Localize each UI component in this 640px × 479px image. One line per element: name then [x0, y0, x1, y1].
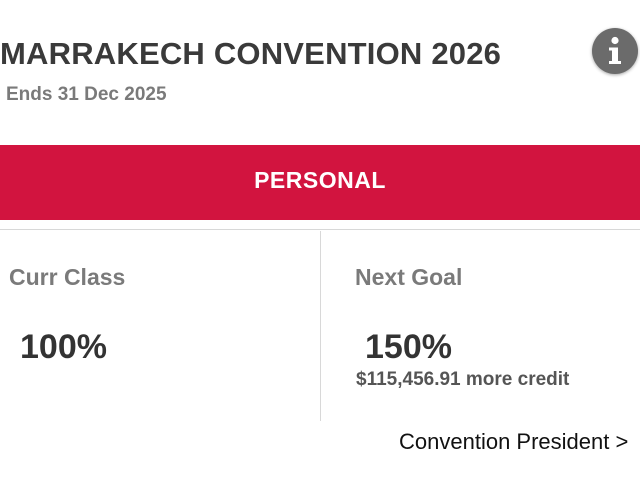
- divider-horizontal: [0, 229, 640, 230]
- banner-label: PERSONAL: [254, 167, 386, 193]
- next-goal-value: 150%: [365, 328, 452, 366]
- page-title: MARRAKECH CONVENTION 2026: [0, 36, 502, 71]
- current-class-value: 100%: [20, 328, 107, 366]
- convention-president-link[interactable]: Convention President >: [399, 429, 628, 455]
- current-class-label: Curr Class: [9, 264, 126, 290]
- divider-vertical: [320, 231, 321, 421]
- info-icon: [609, 36, 621, 64]
- next-goal-label: Next Goal: [355, 264, 463, 290]
- credit-needed-text: $115,456.91 more credit: [356, 369, 570, 390]
- info-button[interactable]: [592, 28, 638, 74]
- end-date-label: Ends 31 Dec 2025: [6, 84, 167, 105]
